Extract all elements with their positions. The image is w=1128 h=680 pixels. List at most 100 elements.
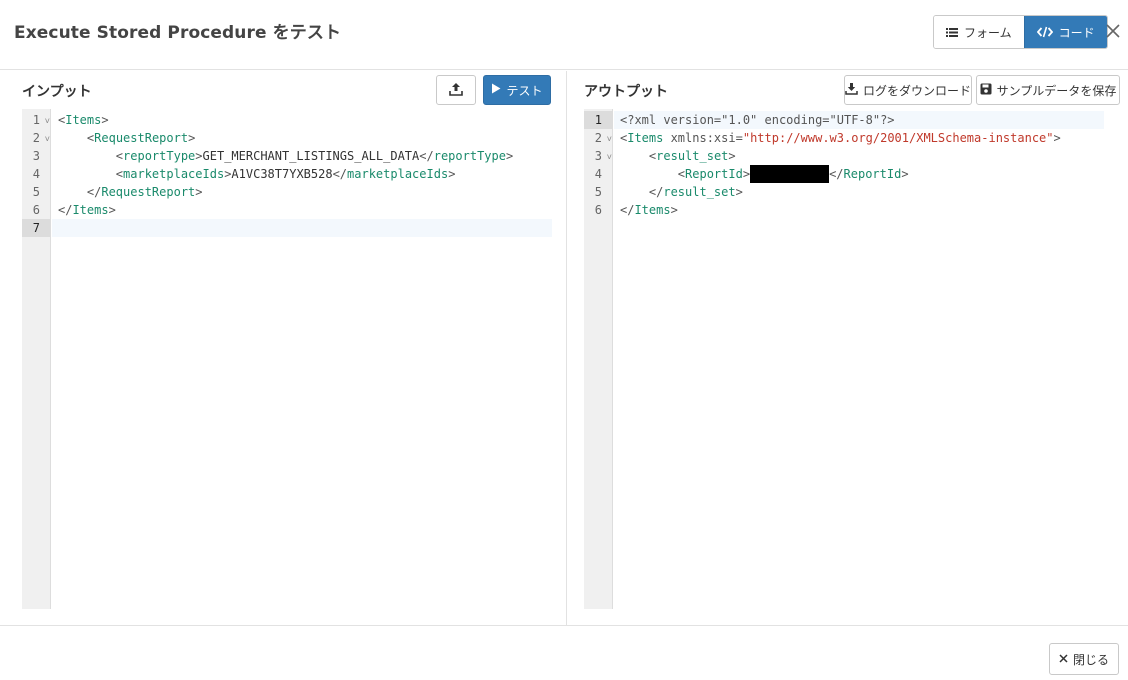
code-token: ReportId: [843, 167, 902, 181]
code-line-text: <Items xmlns:xsi="http://www.w3.org/2001…: [620, 129, 1061, 147]
code-area[interactable]: <?xml version="1.0" encoding="UTF-8"?> <I…: [614, 109, 1104, 609]
code-token: >: [108, 203, 116, 217]
code-line: <marketplaceIds>A1VC38T7YXB528</marketpl…: [52, 165, 552, 183]
line-number-text: 1: [32, 113, 40, 127]
code-view-button[interactable]: コード: [1023, 16, 1107, 48]
line-number: 5: [584, 183, 613, 201]
upload-button[interactable]: [436, 75, 476, 105]
download-log-button[interactable]: ログをダウンロード: [844, 75, 972, 105]
line-number-text: 3: [32, 149, 40, 163]
line-number-text: 4: [594, 167, 602, 181]
code-line-text: <?xml version="1.0" encoding="UTF-8"?>: [620, 111, 895, 129]
line-number-text: 5: [32, 185, 40, 199]
line-number-text: 6: [32, 203, 40, 217]
upload-icon: [449, 82, 463, 99]
code-line-text: </Items>: [58, 201, 116, 219]
code-line: </RequestReport>: [52, 183, 552, 201]
download-icon: [845, 82, 858, 98]
code-line-text: <marketplaceIds>A1VC38T7YXB528</marketpl…: [58, 165, 456, 183]
code-token: >: [728, 149, 736, 163]
code-token: >: [195, 149, 203, 163]
code-line-text: <ReportId> </ReportId>: [620, 165, 909, 183]
code-token: RequestReport: [94, 131, 189, 145]
save-sample-data-button[interactable]: サンプルデータを保存: [976, 75, 1120, 105]
list-icon: [946, 27, 958, 38]
code-token: Items: [634, 203, 671, 217]
code-token: </: [419, 149, 434, 163]
code-token: Items: [65, 113, 102, 127]
dialog-title: Execute Stored Procedure をテスト: [14, 23, 342, 43]
code-token: >: [101, 113, 109, 127]
code-token: >: [505, 149, 514, 163]
input-code-editor[interactable]: 1 ˅ 2 ˅ 3 4 5 6 7 <Items> <RequestReport> <repor…: [22, 109, 552, 609]
view-toggle: フォーム コード: [933, 15, 1108, 49]
code-token: reportType: [123, 149, 196, 163]
code-token: Items: [627, 131, 664, 145]
close-icon[interactable]: [1102, 20, 1124, 42]
code-line-text: </result_set>: [620, 183, 743, 201]
code-token: marketplaceIds: [347, 167, 449, 181]
code-token: <: [115, 167, 124, 181]
code-line: <ReportId> </ReportId>: [614, 165, 1104, 183]
line-number: 1: [584, 111, 613, 129]
code-token: reportType: [433, 149, 506, 163]
download-log-label: ログをダウンロード: [863, 83, 972, 98]
line-number: 3 ˅: [584, 147, 613, 165]
line-number: 3: [22, 147, 51, 165]
code-line-text: </RequestReport>: [58, 183, 203, 201]
line-number-text: 1: [594, 113, 602, 127]
code-token: </: [648, 185, 664, 199]
code-token: >: [670, 203, 678, 217]
code-line: <reportType>GET_MERCHANT_LISTINGS_ALL_DA…: [52, 147, 552, 165]
code-token: result_set: [656, 149, 729, 163]
line-number: 7: [22, 219, 51, 237]
code-line: <Items xmlns:xsi="http://www.w3.org/2001…: [614, 129, 1104, 147]
code-line-text: <result_set>: [620, 147, 736, 165]
line-number: 5: [22, 183, 51, 201]
play-icon: [491, 83, 501, 97]
code-token: >: [448, 167, 456, 181]
line-number-gutter: 1 2 ˅ 3 ˅ 4 5 6: [584, 109, 613, 609]
output-panel: アウトプット ログをダウンロード サンプルデータを保存 1 2 ˅ 3 ˅ 4 5 6 <?x…: [568, 71, 1128, 625]
line-number-text: 2: [32, 131, 40, 145]
code-token: result_set: [663, 185, 736, 199]
code-token: </: [86, 185, 102, 199]
code-token: <?xml version="1.0" encoding="UTF-8"?>: [620, 113, 895, 127]
code-token: </: [332, 167, 348, 181]
output-code-editor[interactable]: 1 2 ˅ 3 ˅ 4 5 6 <?xml version="1.0" encoding="U…: [584, 109, 1104, 609]
code-token: >: [735, 185, 743, 199]
code-area[interactable]: <Items> <RequestReport> <reportType>GET_…: [52, 109, 552, 609]
form-view-label: フォーム: [964, 25, 1012, 40]
dialog-header: Execute Stored Procedure をテスト フォーム コード: [0, 0, 1128, 70]
line-number-gutter: 1 ˅ 2 ˅ 3 4 5 6 7: [22, 109, 51, 609]
line-number-text: 7: [32, 221, 40, 235]
close-icon: [1059, 652, 1068, 666]
test-button[interactable]: テスト: [483, 75, 551, 105]
code-line: <Items>: [52, 111, 552, 129]
test-button-label: テスト: [506, 83, 543, 98]
code-token: </: [829, 167, 844, 181]
line-number: 4: [584, 165, 613, 183]
form-view-button[interactable]: フォーム: [934, 16, 1024, 48]
close-button[interactable]: 閉じる: [1049, 643, 1119, 675]
line-number: 2 ˅: [584, 129, 613, 147]
code-token: <: [677, 167, 686, 181]
code-token: >: [188, 131, 196, 145]
line-number-text: 6: [594, 203, 602, 217]
code-line: [52, 219, 552, 237]
code-token: xmlns:xsi=: [663, 131, 743, 145]
code-token: >: [901, 167, 909, 181]
code-token: >: [1053, 131, 1061, 145]
code-token: Items: [72, 203, 109, 217]
code-line-text: </Items>: [620, 201, 678, 219]
code-token: </: [58, 203, 73, 217]
code-token: </: [620, 203, 635, 217]
redacted-value: [750, 165, 830, 183]
code-line: <RequestReport>: [52, 129, 552, 147]
code-token: "http://www.w3.org/2001/XMLSchema-instan…: [742, 131, 1054, 145]
line-number: 6: [584, 201, 613, 219]
line-number: 2 ˅: [22, 129, 51, 147]
code-token: >: [195, 185, 203, 199]
